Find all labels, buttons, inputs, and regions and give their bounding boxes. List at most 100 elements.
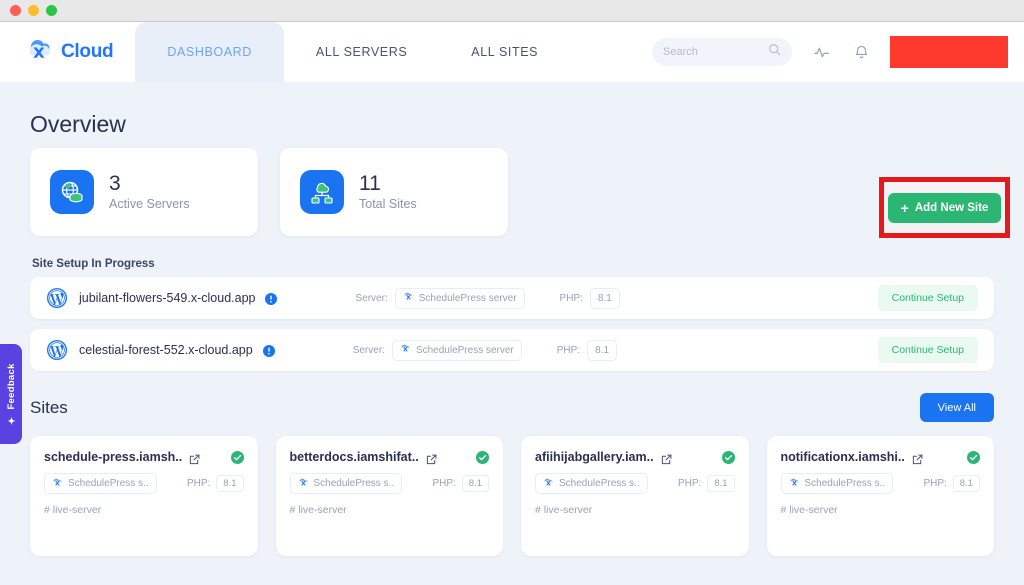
- php-label: PHP:: [923, 478, 946, 489]
- setup-section-heading: Site Setup In Progress: [32, 258, 994, 270]
- search-box[interactable]: [652, 38, 792, 66]
- server-chip-label: SchedulePress s..: [805, 478, 886, 489]
- active-servers-count: 3: [109, 172, 190, 196]
- header-actions: [652, 22, 1024, 82]
- add-site-highlight-annotation: + Add New Site: [879, 177, 1010, 238]
- maximize-window-button[interactable]: [46, 5, 57, 16]
- site-card-name: schedule-press.iamsh..: [44, 450, 182, 464]
- php-version-chip: 8.1: [587, 340, 617, 361]
- feedback-tab[interactable]: ✦ Feedback: [0, 344, 22, 444]
- setup-row[interactable]: jubilant-flowers-549.x-cloud.app Server:…: [30, 277, 994, 319]
- server-chip: SchedulePress s..: [44, 473, 157, 494]
- site-card[interactable]: betterdocs.iamshifat..: [276, 436, 504, 556]
- brand-name: Cloud: [61, 41, 113, 63]
- continue-setup-button[interactable]: Continue Setup: [878, 285, 978, 311]
- overview-header: Overview: [30, 82, 994, 144]
- stats-cards: 3 Active Servers 11 Total Sites: [30, 148, 994, 236]
- external-link-icon[interactable]: [189, 452, 200, 463]
- close-window-button[interactable]: [10, 5, 21, 16]
- setup-row-meta: Server: SchedulePress server PHP: 8.1: [355, 288, 619, 309]
- minimize-window-button[interactable]: [28, 5, 39, 16]
- check-circle-icon: [967, 451, 980, 464]
- setup-site-name: jubilant-flowers-549.x-cloud.app: [79, 291, 255, 305]
- site-card-name: betterdocs.iamshifat..: [290, 450, 419, 464]
- dashboard-page: ✦ Feedback Overview + Add New Site: [0, 82, 1024, 585]
- server-chip: SchedulePress server: [392, 340, 522, 361]
- site-card[interactable]: schedule-press.iamsh..: [30, 436, 258, 556]
- tab-dashboard-label: DASHBOARD: [167, 45, 252, 59]
- activity-pulse-icon[interactable]: [810, 41, 832, 63]
- info-circle-icon[interactable]: [265, 292, 277, 304]
- tab-all-sites[interactable]: ALL SITES: [439, 22, 570, 82]
- php-label: PHP:: [678, 478, 701, 489]
- wordpress-icon: [46, 287, 68, 309]
- brand-logo[interactable]: Cloud: [0, 22, 135, 82]
- server-chip-label: SchedulePress server: [419, 293, 517, 304]
- main-nav: DASHBOARD ALL SERVERS ALL SITES: [135, 22, 570, 82]
- schedulepress-icon: [403, 291, 414, 305]
- php-version-chip: 8.1: [953, 475, 980, 492]
- feedback-label: Feedback: [6, 363, 17, 409]
- server-chip: SchedulePress s..: [535, 473, 648, 494]
- server-chip-label: SchedulePress s..: [559, 478, 640, 489]
- tab-all-servers[interactable]: ALL SERVERS: [284, 22, 439, 82]
- php-version-chip: 8.1: [462, 475, 489, 492]
- sites-header: Sites View All: [30, 393, 994, 422]
- view-all-sites-button[interactable]: View All: [920, 393, 994, 422]
- stat-card-total-sites[interactable]: 11 Total Sites: [280, 148, 508, 236]
- globe-database-icon: [50, 170, 94, 214]
- site-tag: # live-server: [781, 504, 981, 516]
- active-servers-label: Active Servers: [109, 196, 190, 212]
- server-label: Server:: [355, 293, 387, 304]
- external-link-icon[interactable]: [912, 452, 923, 463]
- site-tag: # live-server: [44, 504, 244, 516]
- page-title: Overview: [30, 111, 126, 138]
- schedulepress-icon: [789, 477, 800, 491]
- info-circle-icon[interactable]: [263, 344, 275, 356]
- php-label: PHP:: [560, 293, 583, 304]
- php-label: PHP:: [187, 478, 210, 489]
- check-circle-icon: [722, 451, 735, 464]
- external-link-icon[interactable]: [426, 452, 437, 463]
- check-circle-icon: [476, 451, 489, 464]
- server-chip-label: SchedulePress s..: [314, 478, 395, 489]
- schedulepress-icon: [400, 343, 411, 357]
- window-titlebar: [0, 0, 1024, 22]
- setup-row[interactable]: celestial-forest-552.x-cloud.app Server:…: [30, 329, 994, 371]
- bell-icon[interactable]: [850, 41, 872, 63]
- plus-icon: +: [901, 201, 909, 215]
- site-card-name: afiihijabgallery.iam..: [535, 450, 654, 464]
- account-area-redacted[interactable]: [890, 36, 1008, 68]
- check-circle-icon: [231, 451, 244, 464]
- add-new-site-button[interactable]: + Add New Site: [888, 193, 1002, 223]
- site-tag: # live-server: [290, 504, 490, 516]
- cloud-network-icon: [300, 170, 344, 214]
- total-sites-label: Total Sites: [359, 196, 417, 212]
- php-version-chip: 8.1: [590, 288, 620, 309]
- site-card[interactable]: notificationx.iamshi..: [767, 436, 995, 556]
- add-new-site-label: Add New Site: [915, 202, 988, 214]
- server-label: Server:: [353, 345, 385, 356]
- continue-setup-button[interactable]: Continue Setup: [878, 337, 978, 363]
- sites-grid: schedule-press.iamsh..: [30, 436, 994, 556]
- total-sites-count: 11: [359, 172, 417, 196]
- php-version-chip: 8.1: [216, 475, 243, 492]
- server-chip: SchedulePress server: [395, 288, 525, 309]
- server-chip-label: SchedulePress s..: [68, 478, 149, 489]
- wordpress-icon: [46, 339, 68, 361]
- tab-dashboard[interactable]: DASHBOARD: [135, 22, 284, 82]
- php-version-chip: 8.1: [707, 475, 734, 492]
- search-icon: [768, 43, 781, 61]
- server-chip-label: SchedulePress server: [416, 345, 514, 356]
- cloud-x-logo-icon: [24, 38, 54, 67]
- sparkle-icon: ✦: [6, 414, 17, 425]
- server-chip: SchedulePress s..: [290, 473, 403, 494]
- site-card[interactable]: afiihijabgallery.iam..: [521, 436, 749, 556]
- schedulepress-icon: [52, 477, 63, 491]
- php-label: PHP:: [432, 478, 455, 489]
- sites-title: Sites: [30, 398, 68, 418]
- search-input[interactable]: [663, 46, 762, 58]
- stat-card-active-servers[interactable]: 3 Active Servers: [30, 148, 258, 236]
- external-link-icon[interactable]: [661, 452, 672, 463]
- setup-site-name: celestial-forest-552.x-cloud.app: [79, 343, 253, 357]
